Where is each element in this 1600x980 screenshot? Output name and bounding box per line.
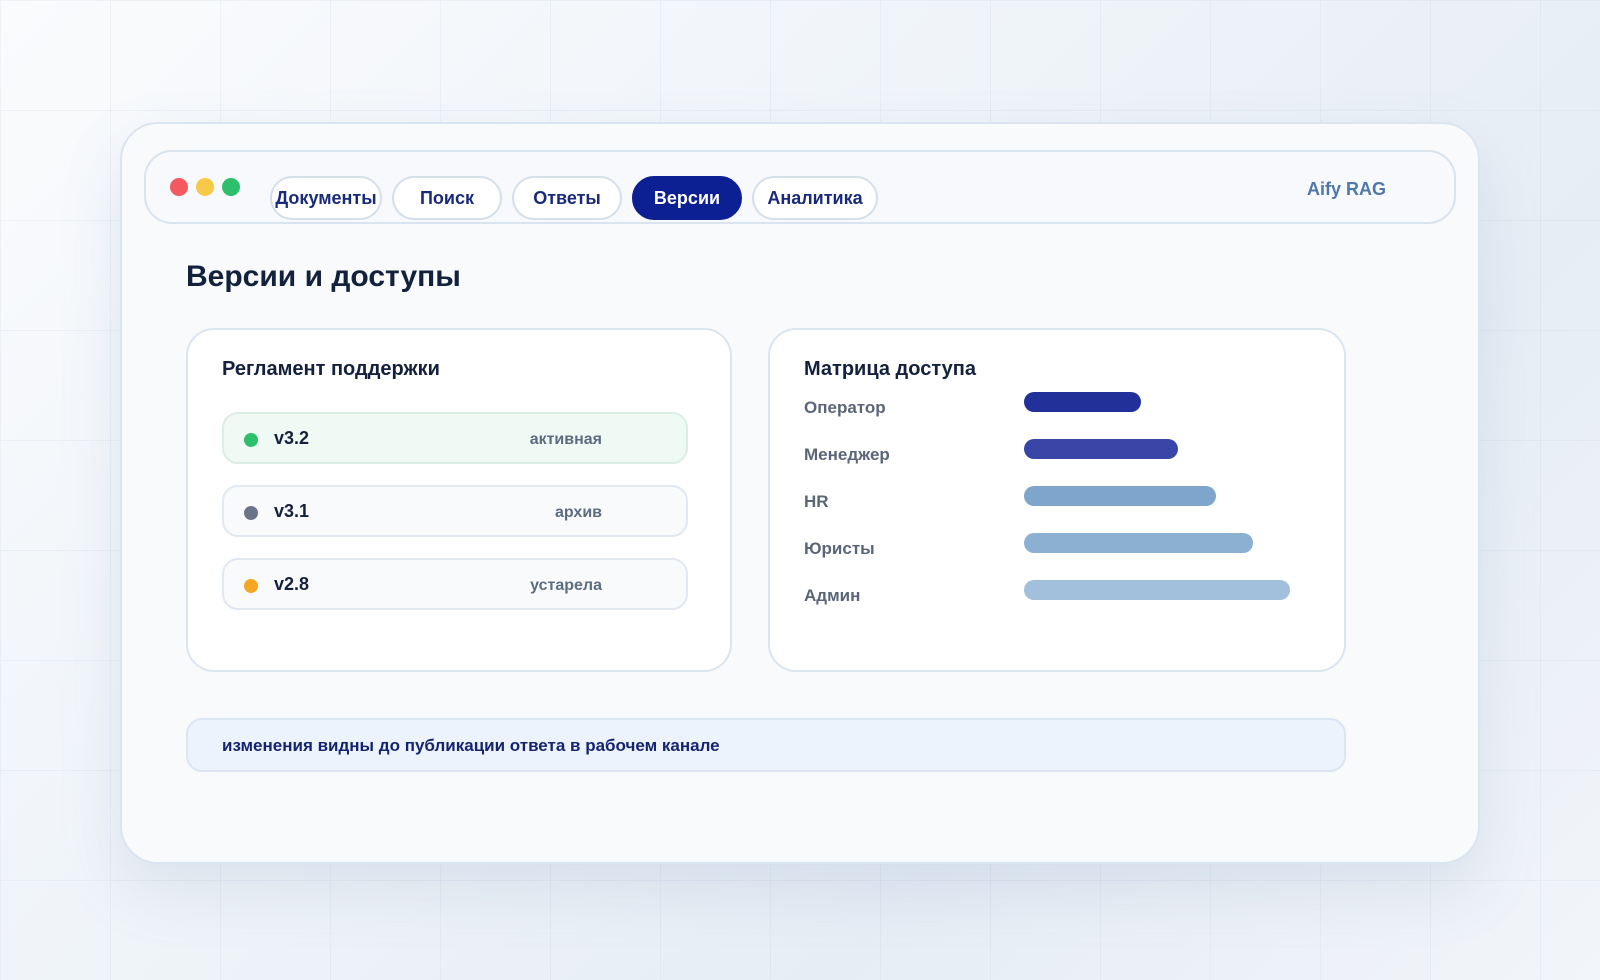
access-matrix-card: Матрица доступа Оператор Менеджер HR Юри… xyxy=(768,328,1346,672)
version-status: устарела xyxy=(530,577,602,594)
version-status: архив xyxy=(554,504,602,521)
access-level-bar xyxy=(1024,439,1178,459)
tab-versions[interactable]: Версии xyxy=(632,176,742,220)
maximize-window-button[interactable] xyxy=(222,178,240,196)
page-title: Версии и доступы xyxy=(186,260,461,293)
tab-search[interactable]: Поиск xyxy=(392,176,502,220)
version-row[interactable]: v3.2 активная xyxy=(222,412,688,464)
app-window: Документы Поиск Ответы Версии Аналитика … xyxy=(120,122,1480,864)
nav-tabs: Документы Поиск Ответы Версии Аналитика xyxy=(270,176,878,220)
tab-answers[interactable]: Ответы xyxy=(512,176,622,220)
version-row[interactable]: v2.8 устарела xyxy=(222,558,688,610)
minimize-window-button[interactable] xyxy=(196,178,214,196)
brand-label: Aify RAG xyxy=(1306,179,1386,199)
access-card-title: Матрица доступа xyxy=(804,358,976,380)
status-dot-icon xyxy=(244,579,258,593)
info-note-text: изменения видны до публикации ответа в р… xyxy=(222,736,720,755)
access-role-label: Юристы xyxy=(804,539,875,558)
version-status: активная xyxy=(529,431,602,448)
access-role-label: Админ xyxy=(804,586,861,605)
access-role-label: Оператор xyxy=(804,398,886,417)
info-note: изменения видны до публикации ответа в р… xyxy=(186,718,1346,772)
versions-card-title: Регламент поддержки xyxy=(222,358,440,380)
access-level-bar xyxy=(1024,392,1141,412)
tab-analytics[interactable]: Аналитика xyxy=(752,176,878,220)
version-label: v2.8 xyxy=(274,574,310,594)
access-level-bar xyxy=(1024,580,1290,600)
tab-documents[interactable]: Документы xyxy=(270,176,382,220)
version-label: v3.1 xyxy=(274,501,310,521)
version-row[interactable]: v3.1 архив xyxy=(222,485,688,537)
status-dot-icon xyxy=(244,506,258,520)
access-level-bar xyxy=(1024,486,1216,506)
close-window-button[interactable] xyxy=(170,178,188,196)
status-dot-icon xyxy=(244,433,258,447)
versions-card: Регламент поддержки v3.2 активная v3.1 а… xyxy=(186,328,732,672)
top-bar: Документы Поиск Ответы Версии Аналитика … xyxy=(144,150,1456,224)
access-role-label: HR xyxy=(804,492,829,511)
access-role-label: Менеджер xyxy=(804,445,890,464)
version-label: v3.2 xyxy=(274,428,310,448)
access-level-bar xyxy=(1024,533,1253,553)
window-controls xyxy=(170,178,240,196)
